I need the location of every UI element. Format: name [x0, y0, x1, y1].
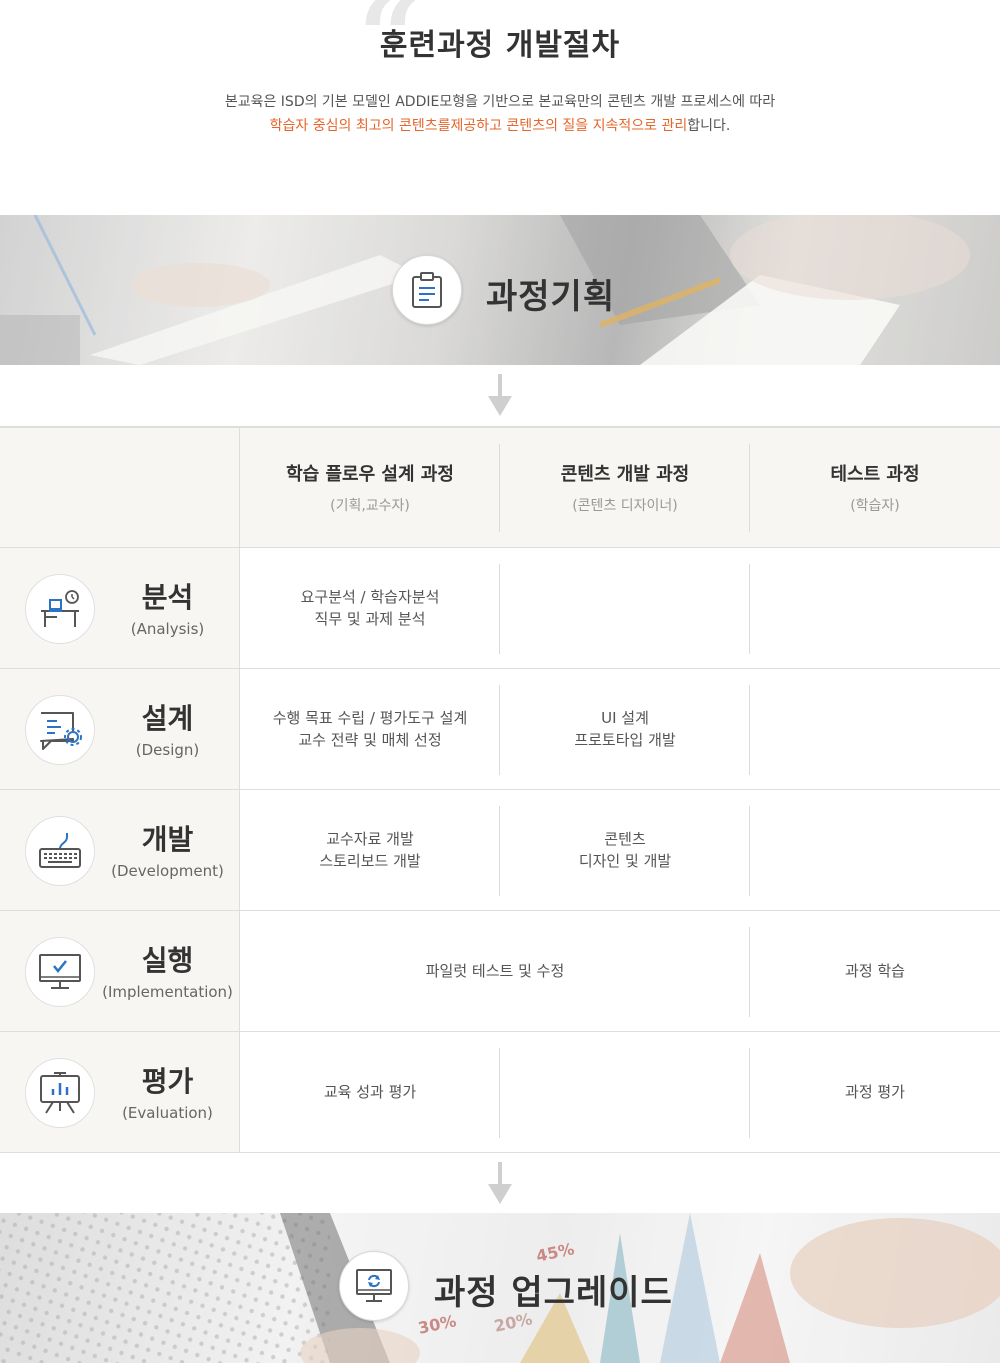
table-cell: 콘텐츠 디자인 및 개발 [578, 830, 672, 870]
table-cell [750, 669, 1000, 789]
table-header-corner [0, 428, 240, 548]
table-header-row: 학습 플로우 설계 과정 (기획,교수자) 콘텐츠 개발 과정 (콘텐츠 디자이… [0, 428, 1000, 548]
column-subtitle: (학습자) [850, 498, 900, 514]
stage-name: 실행 [141, 944, 194, 977]
stage-english: (Design) [135, 741, 200, 759]
presentation-chart-icon [25, 1058, 95, 1128]
column-subtitle: (콘텐츠 디자이너) [572, 498, 678, 514]
stage-name: 개발 [141, 823, 194, 856]
table-cell: 과정 평가 [845, 1083, 905, 1101]
stage-english: (Development) [111, 862, 224, 880]
column-title: 콘텐츠 개발 과정 [560, 464, 690, 485]
column-title: 테스트 과정 [830, 464, 920, 485]
table-cell [500, 548, 750, 668]
intro-line-2: 학습자 중심의 최고의 콘텐츠를제공하고 콘텐츠의 질을 지속적으로 관리합니다… [0, 114, 1000, 138]
table-cell: 과정 학습 [845, 962, 905, 980]
down-arrow-icon [488, 1162, 512, 1204]
stage-label-design: 설계 (Design) [0, 669, 240, 789]
intro-line-1: 본교육은 ISD의 기본 모델인 ADDIE모형을 기반으로 본교육만의 콘텐츠… [224, 94, 776, 110]
column-header-flow-design: 학습 플로우 설계 과정 (기획,교수자) [240, 428, 500, 548]
clipboard-icon [392, 255, 462, 325]
column-subtitle: (기획,교수자) [330, 498, 410, 514]
banner-course-planning: 과정기획 [0, 215, 1000, 365]
intro-tail: 합니다. [687, 118, 731, 134]
column-header-content-dev: 콘텐츠 개발 과정 (콘텐츠 디자이너) [500, 428, 750, 548]
stage-label-analysis: 분석 (Analysis) [0, 548, 240, 668]
stage-english: (Analysis) [130, 620, 205, 638]
stage-english: (Implementation) [102, 983, 233, 1001]
table-cell-merged: 파일럿 테스트 및 수정 [425, 962, 565, 980]
column-header-test: 테스트 과정 (학습자) [750, 428, 1000, 548]
table-cell: 요구분석 / 학습자분석 직무 및 과제 분석 [300, 588, 440, 628]
table-row-development: 개발 (Development) 교수자료 개발 스토리보드 개발 콘텐츠 디자… [0, 790, 1000, 911]
stage-name: 분석 [141, 581, 194, 614]
table-cell: UI 설계 프로토타입 개발 [574, 709, 676, 749]
intro-highlight: 학습자 중심의 최고의 콘텐츠를제공하고 콘텐츠의 질을 지속적으로 관리 [269, 118, 688, 134]
stage-label-evaluation: 평가 (Evaluation) [0, 1032, 240, 1152]
banner-title-upgrade: 과정 업그레이드 [434, 1273, 673, 1313]
table-cell [750, 548, 1000, 668]
stage-english: (Evaluation) [122, 1104, 213, 1122]
down-arrow-icon [488, 374, 512, 416]
intro-text: 본교육은 ISD의 기본 모델인 ADDIE모형을 기반으로 본교육만의 콘텐츠… [0, 90, 1000, 138]
table-cell [500, 1032, 750, 1152]
table-cell: 교수자료 개발 스토리보드 개발 [319, 830, 421, 870]
keyboard-icon [25, 816, 95, 886]
stage-name: 설계 [141, 702, 194, 735]
table-cell: 수행 목표 수립 / 평가도구 설계 교수 전략 및 매체 선정 [272, 709, 468, 749]
table-cell: 교육 성과 평가 [323, 1083, 417, 1101]
document-gear-icon [25, 695, 95, 765]
banner-course-upgrade: 45% 30% 20% 과정 업그레이드 [0, 1213, 1000, 1363]
page-title: 훈련과정 개발절차 [379, 28, 621, 63]
stage-label-implementation: 실행 (Implementation) [0, 911, 240, 1031]
table-cell [750, 790, 1000, 910]
header-section: “ 훈련과정 개발절차 본교육은 ISD의 기본 모델인 ADDIE모형을 기반… [0, 0, 1000, 215]
column-title: 학습 플로우 설계 과정 [286, 464, 454, 485]
monitor-check-icon [25, 937, 95, 1007]
table-row-evaluation: 평가 (Evaluation) 교육 성과 평가 과정 평가 [0, 1032, 1000, 1153]
table-row-design: 설계 (Design) 수행 목표 수립 / 평가도구 설계 교수 전략 및 매… [0, 669, 1000, 790]
monitor-refresh-icon [339, 1251, 409, 1321]
banner-title-planning: 과정기획 [486, 277, 616, 317]
desk-clock-icon [25, 574, 95, 644]
process-table: 학습 플로우 설계 과정 (기획,교수자) 콘텐츠 개발 과정 (콘텐츠 디자이… [0, 426, 1000, 1153]
stage-name: 평가 [141, 1065, 194, 1098]
stage-label-development: 개발 (Development) [0, 790, 240, 910]
table-row-implementation: 실행 (Implementation) 파일럿 테스트 및 수정 과정 학습 [0, 911, 1000, 1032]
table-row-analysis: 분석 (Analysis) 요구분석 / 학습자분석 직무 및 과제 분석 [0, 548, 1000, 669]
